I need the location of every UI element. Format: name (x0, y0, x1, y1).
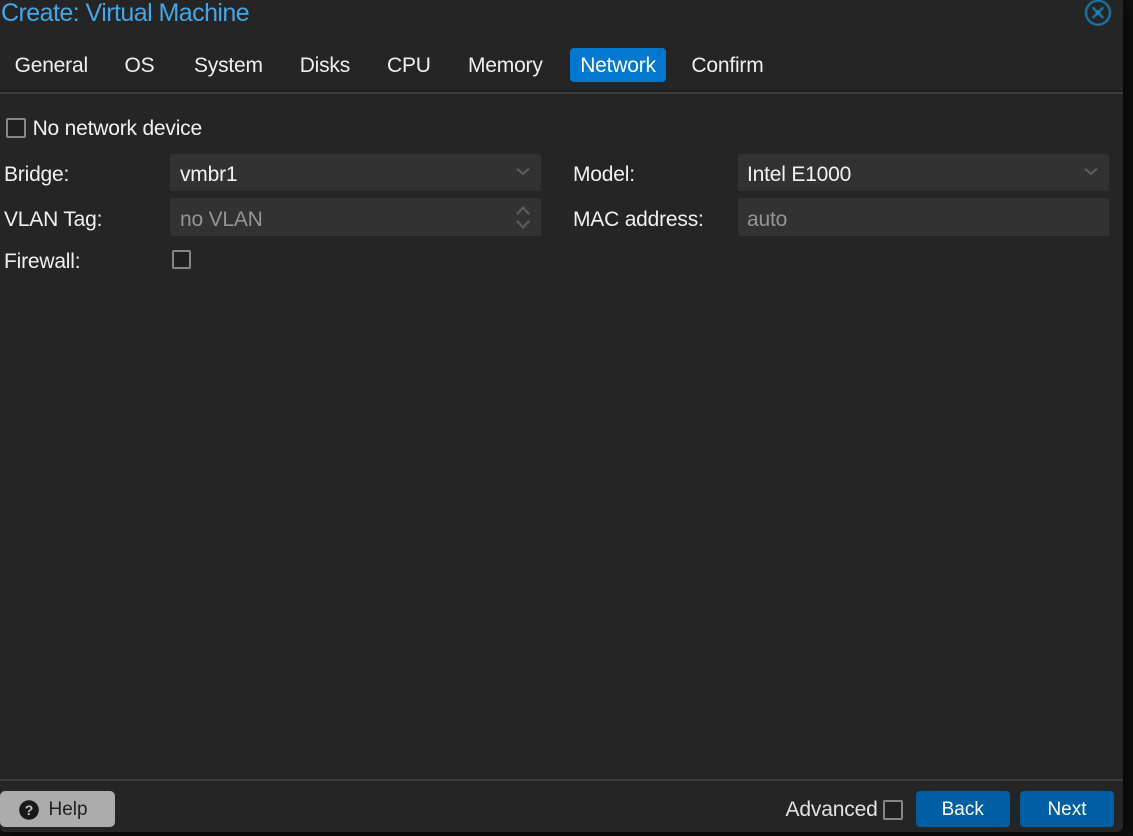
svg-text:?: ? (25, 802, 34, 818)
